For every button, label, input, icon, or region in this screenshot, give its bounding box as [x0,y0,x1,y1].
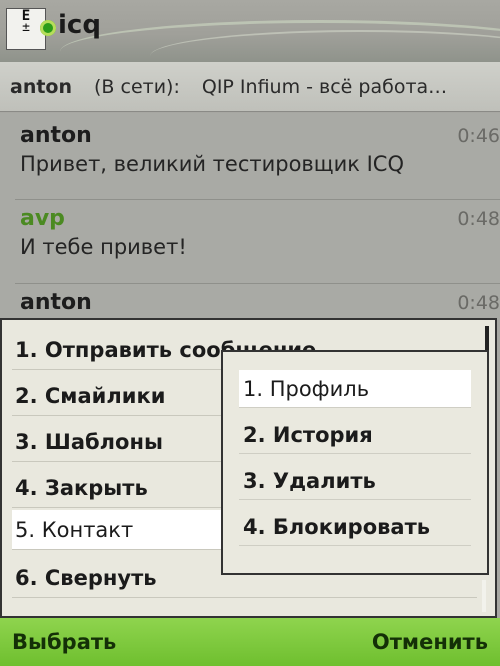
message-text: Привет, великий тестировщик ICQ [20,152,404,176]
contact-submenu: 1. Профиль 2. История 3. Удалить 4. Блок… [221,350,489,575]
submenu-item-profile[interactable]: 1. Профиль [239,370,471,408]
message-author: anton [20,123,92,148]
message-divider [15,283,500,284]
submenu-item-block[interactable]: 4. Блокировать [239,508,471,546]
message-divider [15,199,500,200]
submenu-item-delete[interactable]: 3. Удалить [239,462,471,500]
contact-status-message: QIP Infium - всё работа… [201,75,448,98]
message-time: 0:48 [457,292,500,314]
message-item: anton 0:46 Привет, великий тестировщик I… [20,123,500,176]
message-item: anton 0:48 [20,290,500,315]
contact-status: (В сети): [94,75,180,98]
submenu-item-history[interactable]: 2. История [239,416,471,454]
icq-flower-icon [40,20,56,36]
message-author: avp [20,206,65,231]
message-time: 0:46 [457,125,500,147]
cancel-softkey[interactable]: Отменить [372,630,488,654]
message-item: avp 0:48 И тебе привет! [20,206,500,259]
message-author: anton [20,290,92,315]
chat-history[interactable]: anton 0:46 Привет, великий тестировщик I… [0,113,500,320]
message-text: И тебе привет! [20,235,187,259]
title-bar: E ± icq [0,0,500,62]
menu-scrollbar-track-end [482,580,486,612]
app-title: icq [58,10,101,40]
select-softkey[interactable]: Выбрать [12,630,116,654]
contact-name: anton [10,75,73,98]
message-time: 0:48 [457,208,500,230]
contact-header: anton (В сети): QIP Infium - всё работа… [0,62,500,112]
softkey-bar: Выбрать Отменить [0,618,500,666]
